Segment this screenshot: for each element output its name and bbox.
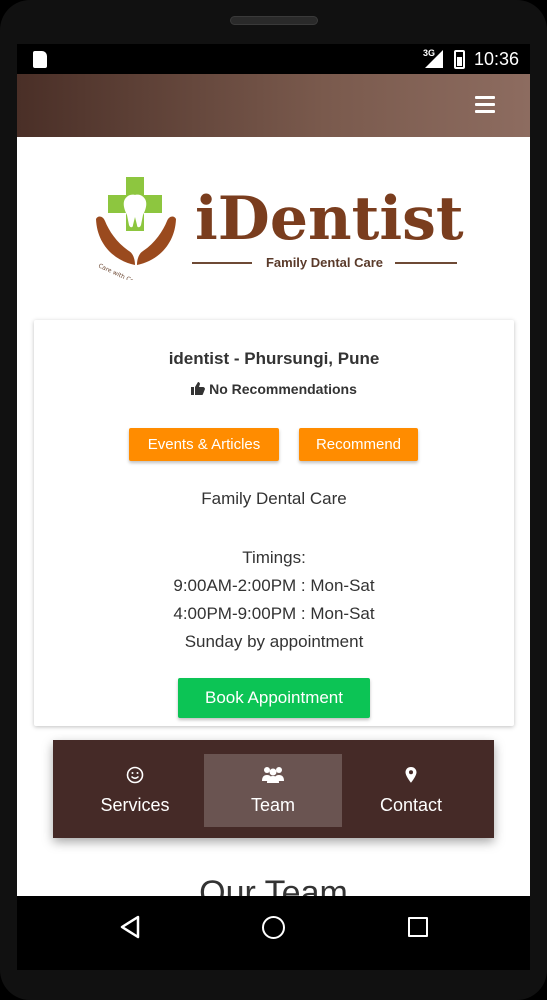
timing-line: Sunday by appointment <box>184 632 364 651</box>
tab-label: Team <box>250 795 295 815</box>
status-bar: 3G 10:36 <box>17 44 530 74</box>
tab-label: Contact <box>379 795 443 815</box>
hamburger-menu-icon[interactable] <box>475 96 495 113</box>
recent-apps-icon[interactable] <box>408 917 428 937</box>
smiley-icon <box>126 766 144 784</box>
section-tab-bar: Services Team Contact <box>53 740 494 838</box>
clinic-card: identist - Phursungi, Pune No Recommenda… <box>34 320 514 726</box>
tooth-cross-hands-icon: Care with Compassion <box>96 177 176 280</box>
timings-heading: Timings: <box>242 548 306 567</box>
sd-card-icon <box>33 51 47 68</box>
logo-title: iDentist <box>195 184 464 254</box>
events-articles-button[interactable]: Events & Articles <box>129 428 279 461</box>
app-header <box>17 74 530 137</box>
clinic-name: identist - Phursungi, Pune <box>168 349 380 368</box>
users-icon <box>262 767 284 783</box>
logo-divider-right <box>395 262 457 264</box>
section-title: Our Team <box>199 874 348 896</box>
tab-services[interactable]: Services <box>66 754 204 827</box>
signal-icon <box>425 50 443 68</box>
thumbs-up-icon <box>191 382 206 395</box>
app-screen: Care with Compassion iDentist Family Den… <box>17 74 530 896</box>
timings-block: Timings: 9:00AM-2:00PM : Mon-Sat 4:00PM-… <box>34 544 514 656</box>
recommendations-label: No Recommendations <box>209 381 357 397</box>
tab-contact[interactable]: Contact <box>342 754 480 827</box>
recommend-button[interactable]: Recommend <box>299 428 418 461</box>
tab-team[interactable]: Team <box>204 754 342 827</box>
emblem-text: Care with Compassion <box>97 262 161 280</box>
status-clock: 10:36 <box>474 49 520 69</box>
timing-line: 9:00AM-2:00PM : Mon-Sat <box>173 576 375 595</box>
book-appointment-button[interactable]: Book Appointment <box>178 678 370 718</box>
earpiece-speaker <box>230 16 318 25</box>
back-icon[interactable] <box>119 914 141 940</box>
android-nav-bar <box>17 896 530 970</box>
home-icon[interactable] <box>262 916 285 939</box>
map-pin-icon <box>405 767 417 783</box>
tab-label: Services <box>100 795 170 815</box>
timing-line: 4:00PM-9:00PM : Mon-Sat <box>173 604 375 623</box>
phone-frame: 3G 10:36 Care with Compassion iDentist F… <box>0 0 547 1000</box>
clinic-description: Family Dental Care <box>201 489 347 508</box>
clinic-logo: Care with Compassion iDentist Family Den… <box>92 175 464 280</box>
battery-icon <box>454 50 465 69</box>
recommendations-count: No Recommendations <box>34 381 514 397</box>
